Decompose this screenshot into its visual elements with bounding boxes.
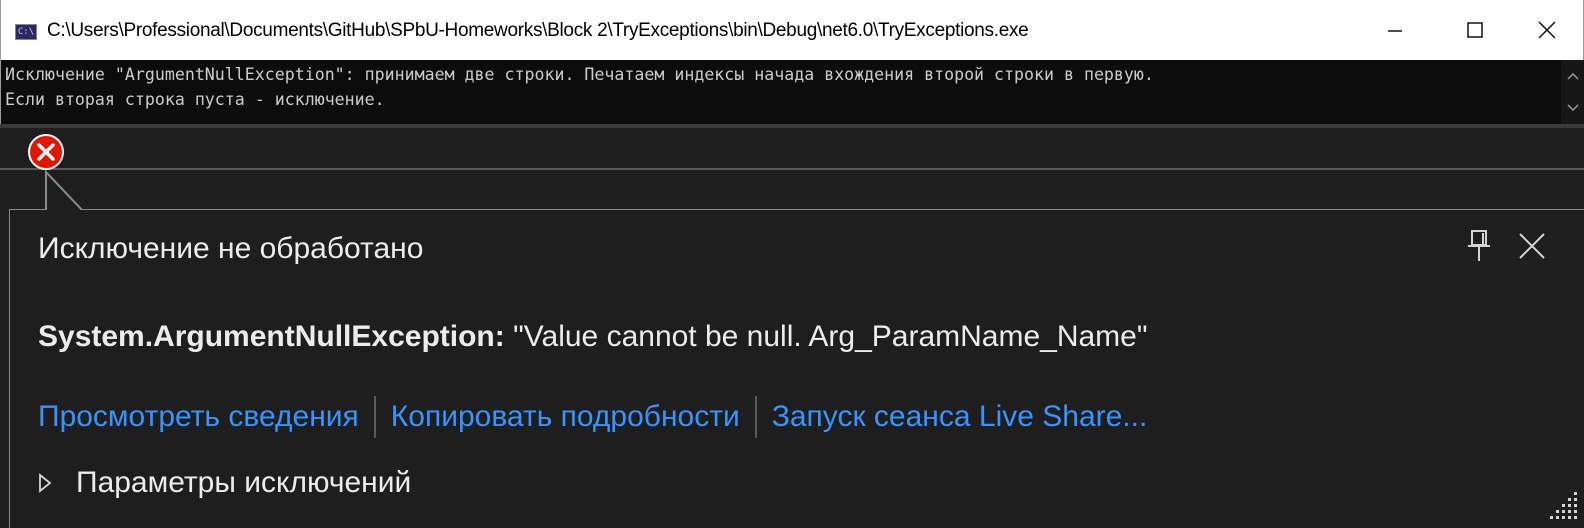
console-scrollbar[interactable] xyxy=(1561,60,1584,124)
exception-actions: Просмотреть сведения Копировать подробно… xyxy=(38,394,1147,440)
console-line: Если вторая строка пуста - исключение. xyxy=(5,90,385,109)
link-divider xyxy=(754,396,757,438)
editor-separator xyxy=(0,124,1584,128)
link-divider xyxy=(373,396,376,438)
expand-triangle-icon xyxy=(38,468,62,498)
window-titlebar: C:\ C:\Users\Professional\Documents\GitH… xyxy=(0,0,1584,60)
view-details-link[interactable]: Просмотреть сведения xyxy=(38,400,359,434)
maximize-button[interactable] xyxy=(1437,0,1513,60)
window-title: C:\Users\Professional\Documents\GitHub\S… xyxy=(47,20,1029,41)
exception-description: "Value cannot be null. Arg_ParamName_Nam… xyxy=(504,320,1148,353)
chevron-down-icon xyxy=(1567,104,1579,112)
minimize-button[interactable] xyxy=(1357,0,1433,60)
exception-title: Исключение не обработано xyxy=(38,232,424,265)
exception-message: System.ArgumentNullException: "Value can… xyxy=(38,320,1148,354)
console-line: Исключение "ArgumentNullException": прин… xyxy=(5,65,1154,84)
resize-grip-icon[interactable] xyxy=(1550,488,1580,522)
exception-line-marker xyxy=(0,168,1584,170)
exception-helper-panel: Исключение не обработано System.Argument… xyxy=(10,210,1584,528)
console-app-icon: C:\ xyxy=(15,24,37,40)
scroll-down-button[interactable] xyxy=(1561,96,1584,120)
exception-settings-label: Параметры исключений xyxy=(76,466,412,499)
maximize-icon xyxy=(1467,22,1483,38)
chevron-up-icon xyxy=(1567,72,1579,80)
close-window-button[interactable] xyxy=(1509,0,1584,60)
scroll-up-button[interactable] xyxy=(1561,64,1584,88)
close-icon xyxy=(1538,21,1556,39)
close-icon xyxy=(1519,233,1545,259)
copy-details-link[interactable]: Копировать подробности xyxy=(391,400,740,434)
console-output[interactable]: Исключение "ArgumentNullException": прин… xyxy=(0,60,1584,124)
error-circle-icon[interactable] xyxy=(26,132,66,172)
close-exception-button[interactable] xyxy=(1510,226,1554,266)
exception-settings-expander[interactable]: Параметры исключений xyxy=(38,466,411,500)
live-share-link[interactable]: Запуск сеанса Live Share... xyxy=(772,400,1148,434)
pin-icon xyxy=(1468,230,1490,261)
minimize-icon xyxy=(1388,30,1402,32)
exception-type: System.ArgumentNullException: xyxy=(38,320,505,353)
pin-button[interactable] xyxy=(1462,226,1496,266)
